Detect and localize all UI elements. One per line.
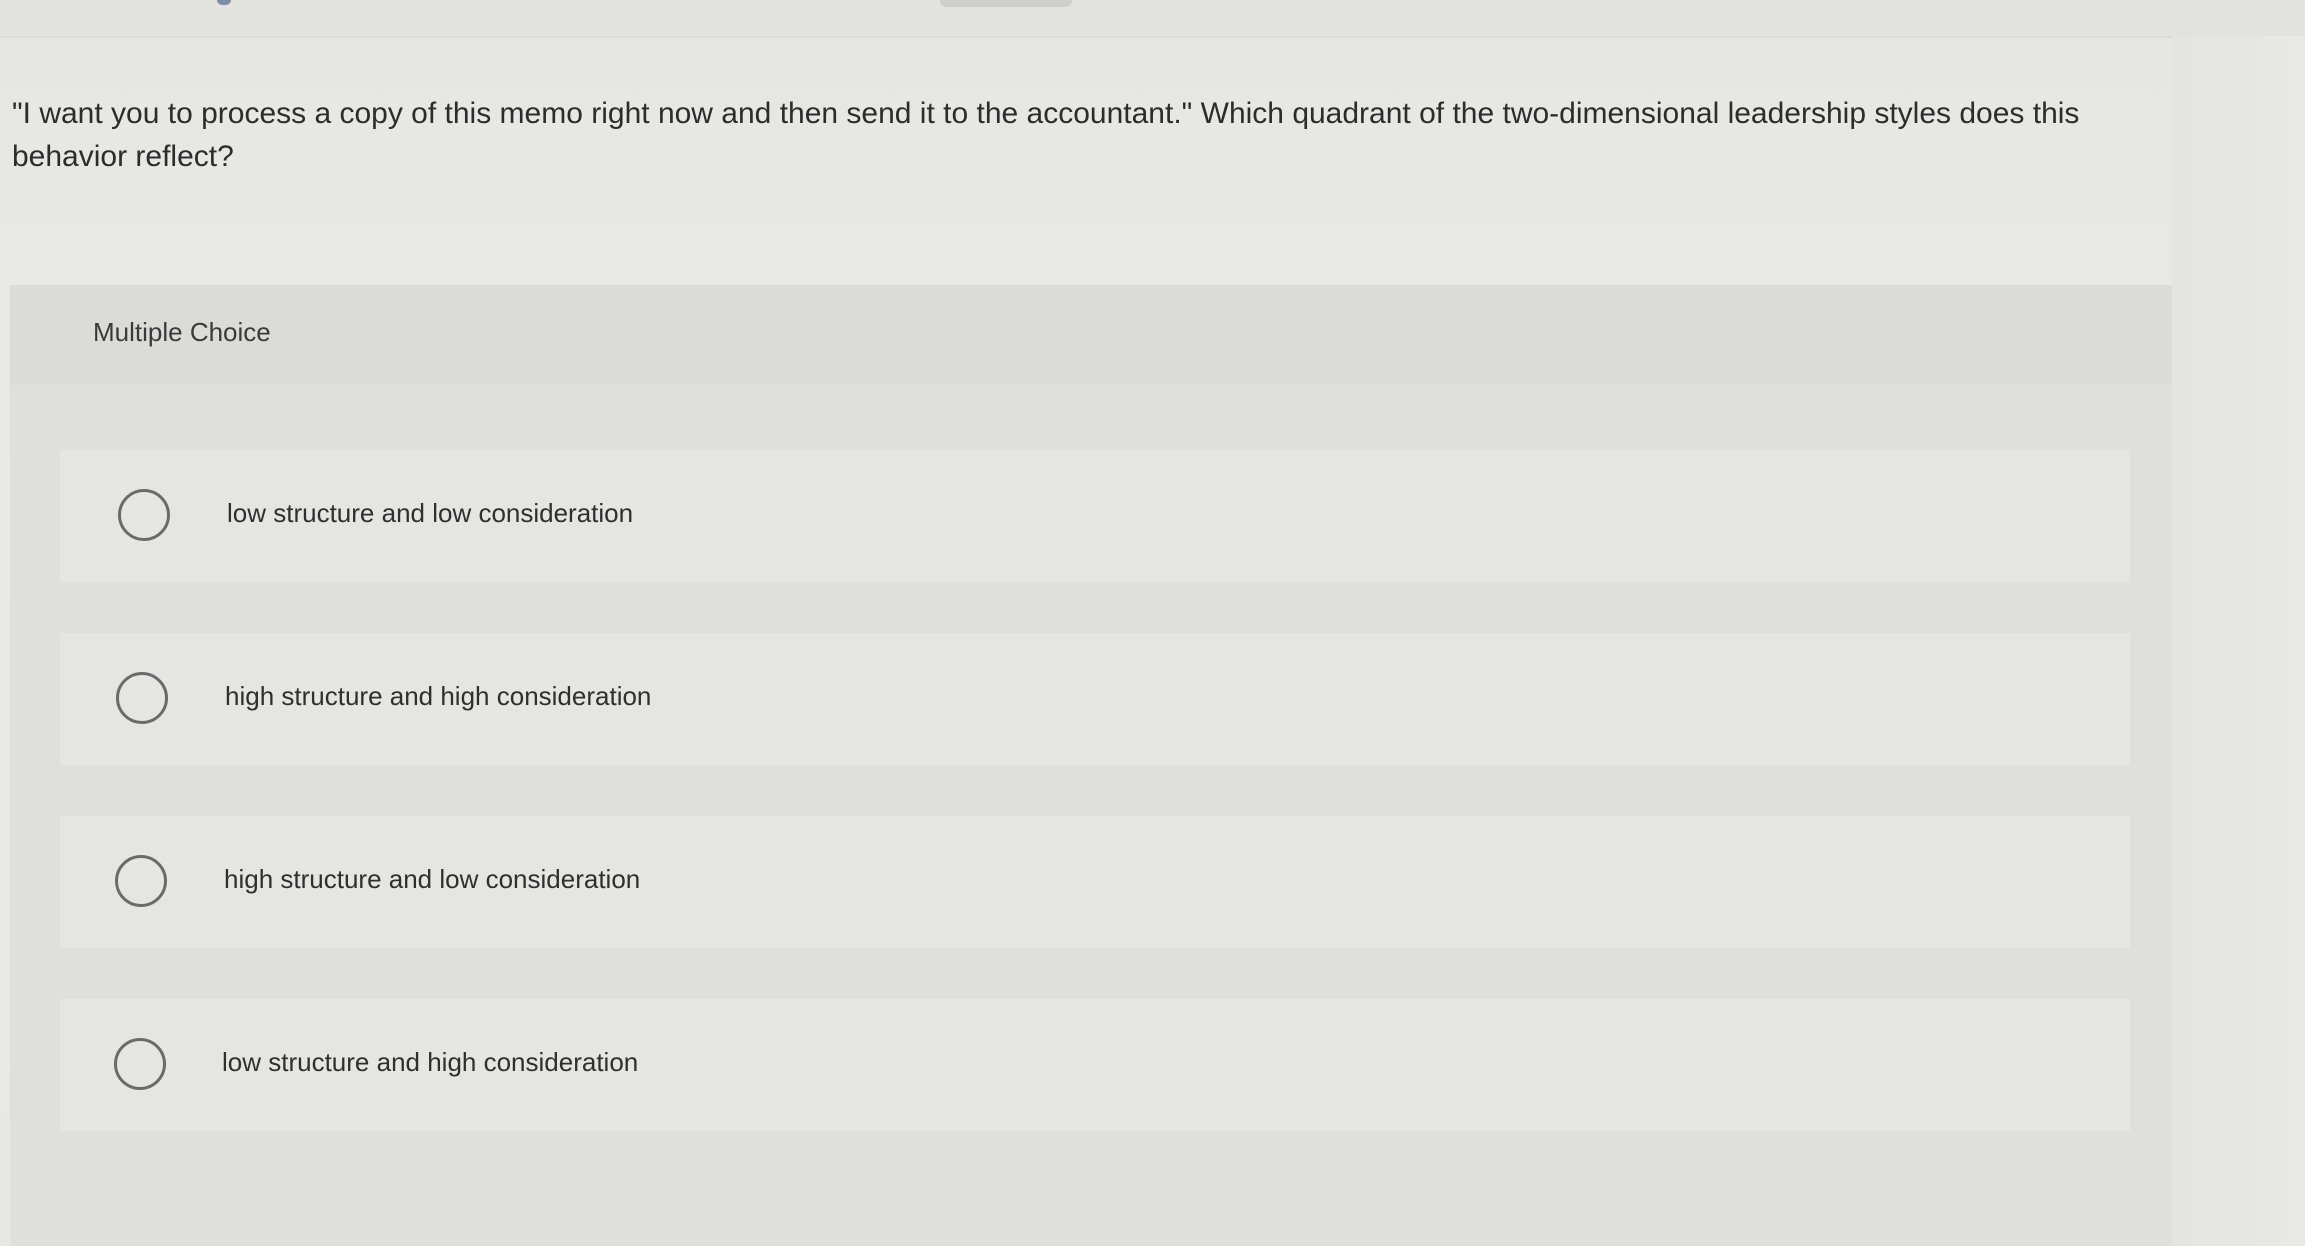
radio-button-unchecked-icon[interactable] (116, 672, 168, 724)
right-margin (2172, 36, 2305, 1246)
multiple-choice-label: Multiple Choice (93, 317, 271, 347)
answer-option-1[interactable]: low structure and low consideration (60, 450, 2130, 582)
answer-option-3[interactable]: high structure and low consideration (60, 816, 2130, 948)
answer-option-label: high structure and high consideration (225, 681, 652, 711)
question-text: "I want you to process a copy of this me… (12, 97, 2080, 173)
multiple-choice-panel: Multiple Choice low structure and low co… (10, 285, 2172, 1246)
toolbar-indicator (217, 0, 231, 5)
multiple-choice-header: Multiple Choice (10, 285, 2172, 385)
answer-option-label: low structure and high consideration (222, 1047, 639, 1077)
answer-option-2[interactable]: high structure and high consideration (60, 633, 2130, 765)
toolbar-handle (940, 0, 1072, 7)
answer-option-label: high structure and low consideration (224, 864, 641, 894)
answer-option-4[interactable]: low structure and high consideration (60, 999, 2130, 1131)
radio-button-unchecked-icon[interactable] (115, 855, 167, 907)
answer-option-label: low structure and low consideration (227, 498, 634, 528)
radio-button-unchecked-icon[interactable] (118, 489, 170, 541)
top-toolbar-strip (0, 0, 2305, 38)
radio-button-unchecked-icon[interactable] (114, 1038, 166, 1090)
